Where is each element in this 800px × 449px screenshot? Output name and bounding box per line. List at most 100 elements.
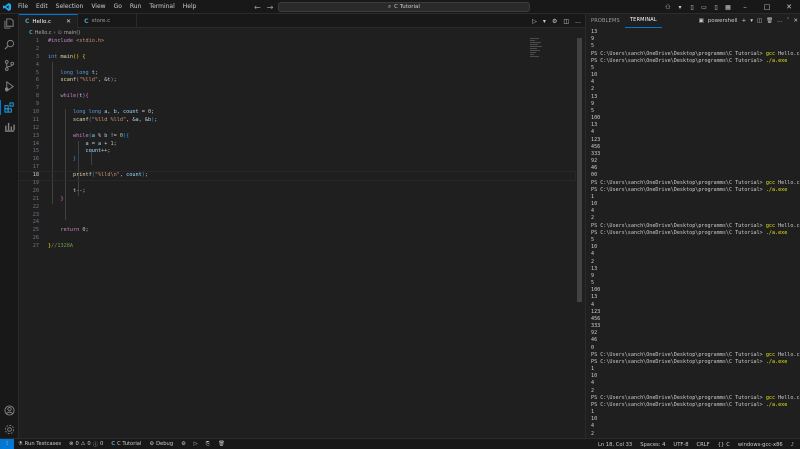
menu-item-selection[interactable]: Selection xyxy=(52,0,88,14)
encoding[interactable]: UTF-8 xyxy=(669,442,692,448)
run-file-icon[interactable]: ▷ xyxy=(532,18,537,25)
run-testcases-button[interactable]: ⚗ Run Testcases xyxy=(14,441,65,447)
maximize-button[interactable]: □ xyxy=(756,0,778,14)
warning-icon: ⚠ xyxy=(80,441,86,447)
line-number: 23 xyxy=(32,211,39,218)
run-icon[interactable]: ▷ xyxy=(190,441,202,447)
chevron-down-icon[interactable]: ▾ xyxy=(674,4,686,11)
end-of-line[interactable]: CRLF xyxy=(693,442,714,448)
problems-status[interactable]: ⊗ 0 ⚠ 0 ⓘ 0 xyxy=(65,441,107,448)
menu-item-go[interactable]: Go xyxy=(110,0,126,14)
code-line[interactable]: 12 xyxy=(19,125,575,133)
code-line[interactable]: 11 scanf("%lld %lld", &a, &b); xyxy=(19,117,575,125)
breadcrumb-file[interactable]: Hello.c xyxy=(35,30,52,36)
menu-item-view[interactable]: View xyxy=(87,0,109,14)
code-line[interactable]: 6 scanf("%lld", &t); xyxy=(19,77,575,85)
code-line[interactable]: 21 } xyxy=(19,196,575,204)
chevron-down-icon[interactable]: ▾ xyxy=(750,18,753,24)
code-line[interactable]: 24 xyxy=(19,219,575,227)
source-control-icon[interactable] xyxy=(4,60,15,71)
close-window-button[interactable]: ✕ xyxy=(778,0,800,14)
remote-icon[interactable]: ⫶ xyxy=(0,438,14,449)
forward-arrow-icon[interactable]: → xyxy=(267,3,274,12)
code-line[interactable]: 1 #include <stdio.h> xyxy=(19,38,575,46)
tab-problems[interactable]: PROBLEMS xyxy=(586,14,625,28)
chevron-up-icon[interactable]: ˆ xyxy=(787,18,790,24)
code-line[interactable]: 8 while(t){ xyxy=(19,93,575,101)
terminal-shell-name[interactable]: powershell xyxy=(708,18,738,24)
terminal-line: 13 xyxy=(591,122,598,129)
code-editor[interactable]: 1 #include <stdio.h> 2 3 int main() {4 5 long… xyxy=(18,38,576,438)
code-line[interactable]: 9 xyxy=(19,101,575,109)
search-view-icon[interactable] xyxy=(4,39,15,50)
code-line[interactable]: 18 printf("%lld\n", count); xyxy=(18,171,576,182)
minimize-button[interactable]: – xyxy=(734,0,756,14)
code-line[interactable]: 3 int main() { xyxy=(19,54,575,62)
more-actions-icon[interactable]: … xyxy=(575,18,581,25)
code-line[interactable]: 13 while(a % b != 0){ xyxy=(19,133,575,141)
code-line[interactable]: 15 count++; xyxy=(19,148,575,156)
back-arrow-icon[interactable]: ← xyxy=(254,3,261,12)
tab-store-c[interactable]: C store.c ✕ xyxy=(78,14,138,28)
code-line[interactable]: 19 xyxy=(19,180,575,188)
debug-run-icon[interactable]: ⚙ xyxy=(177,441,190,447)
trash-icon[interactable]: 🗑 xyxy=(766,18,773,24)
account-icon[interactable] xyxy=(4,405,15,416)
menu-item-run[interactable]: Run xyxy=(126,0,146,14)
code-line[interactable]: 16 } xyxy=(19,156,575,164)
close-panel-icon[interactable]: ✕ xyxy=(793,18,798,24)
run-debug-icon[interactable] xyxy=(4,81,15,92)
code-line[interactable]: 17 xyxy=(19,164,575,172)
code-line[interactable]: 25 return 0; xyxy=(19,227,575,235)
minimap[interactable] xyxy=(530,38,544,60)
tab-hello-c[interactable]: C Hello.c ✕ xyxy=(19,14,79,28)
menu-item-help[interactable]: Help xyxy=(179,0,201,14)
code-line[interactable]: 23 xyxy=(19,212,575,220)
more-actions-icon[interactable]: … xyxy=(777,18,783,24)
toggle-secondary-sidebar-icon[interactable]: ▯ xyxy=(710,4,722,11)
code-line[interactable]: 4 xyxy=(19,62,575,70)
close-icon[interactable]: ✕ xyxy=(66,18,71,25)
trash-status-icon[interactable]: 🗑 xyxy=(214,441,229,447)
chevron-down-icon[interactable]: ▾ xyxy=(543,18,546,25)
panel-divider[interactable] xyxy=(585,14,586,438)
tab-terminal[interactable]: TERMINAL xyxy=(624,14,662,28)
code-line[interactable]: 26 xyxy=(19,235,575,243)
platform[interactable]: windows-gcc-x86 xyxy=(734,442,787,448)
toggle-sidebar-icon[interactable]: ▯ xyxy=(686,4,698,11)
copilot-icon[interactable]: ⚇ xyxy=(662,4,674,11)
code-line[interactable]: 14 a = a + 1; xyxy=(19,141,575,149)
indentation[interactable]: Spaces: 4 xyxy=(636,442,669,448)
code-line[interactable]: 2 xyxy=(19,46,575,54)
extensions-icon[interactable] xyxy=(0,100,15,115)
code-line[interactable]: 20 t--; xyxy=(19,188,575,196)
settings-gear-icon[interactable] xyxy=(4,424,15,435)
code-line[interactable]: 27}//1328A xyxy=(19,243,575,251)
bell-icon[interactable]: ♪ xyxy=(787,442,798,448)
menu-item-file[interactable]: File xyxy=(14,0,32,14)
gear-icon[interactable]: ⚙ xyxy=(552,18,557,25)
code-line[interactable]: 10 long long a, b, count = 0; xyxy=(19,109,575,117)
code-line[interactable]: 22 xyxy=(19,204,575,212)
build-icon[interactable]: ⎘ xyxy=(202,441,214,448)
editor-scrollbar[interactable] xyxy=(577,38,582,302)
code-line[interactable]: 7 xyxy=(19,85,575,93)
customize-layout-icon[interactable]: ▦ xyxy=(722,4,734,11)
split-editor-icon[interactable]: ◫ xyxy=(563,18,569,25)
chart-icon[interactable] xyxy=(4,121,15,132)
menu-item-edit[interactable]: Edit xyxy=(32,0,52,14)
split-terminal-icon[interactable]: ◫ xyxy=(757,18,762,24)
terminal-output[interactable]: 13 9 5 PS C:\Users\sanch\OneDrive\Desktop\p… xyxy=(591,29,800,444)
line-number: 17 xyxy=(32,164,39,171)
explorer-icon[interactable] xyxy=(4,18,15,29)
command-center[interactable]: ⌕ C Tutorial xyxy=(278,2,530,12)
menu-item-terminal[interactable]: Terminal xyxy=(145,0,178,14)
new-terminal-icon[interactable]: + xyxy=(742,18,747,24)
code-line[interactable]: 5 long long t; xyxy=(19,70,575,78)
folder-status[interactable]: C C Tutorial xyxy=(107,441,145,447)
toggle-panel-icon[interactable]: ▭ xyxy=(698,4,710,11)
cursor-position[interactable]: Ln 18, Col 33 xyxy=(594,442,636,448)
debug-button[interactable]: ⚙ Debug xyxy=(145,441,177,447)
breadcrumb-symbol[interactable]: main() xyxy=(64,30,80,36)
language-mode[interactable]: {} C xyxy=(714,442,734,448)
